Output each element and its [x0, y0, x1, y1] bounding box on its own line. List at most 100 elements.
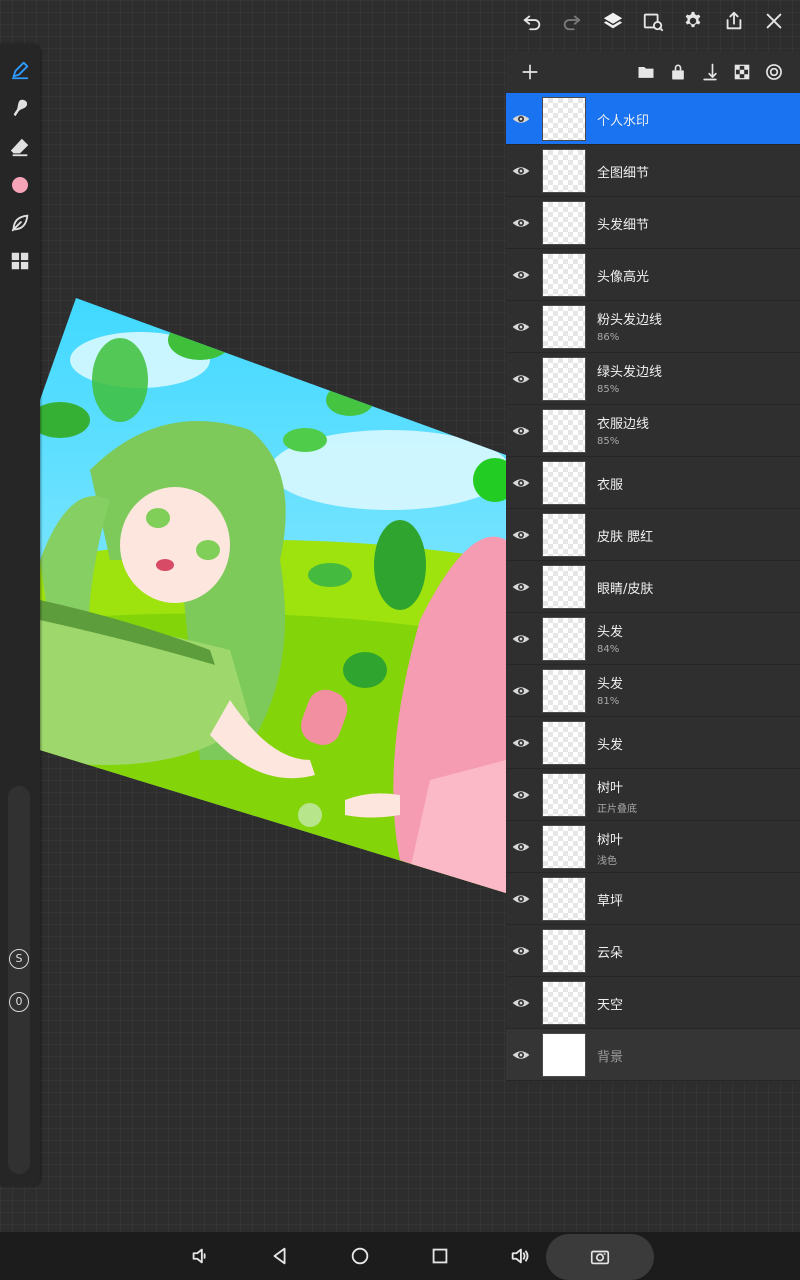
redo-button[interactable]	[557, 6, 587, 36]
screenshot-button[interactable]	[546, 1234, 654, 1280]
eye-icon[interactable]	[511, 941, 531, 961]
eye-icon[interactable]	[511, 681, 531, 701]
layer-row[interactable]: 云朵	[506, 925, 800, 977]
merge-down-button[interactable]	[694, 56, 726, 88]
eye-icon[interactable]	[511, 213, 531, 233]
reference-button[interactable]	[638, 6, 668, 36]
opacity-badge[interactable]: 0	[9, 992, 29, 1012]
transparency-lock-button[interactable]	[726, 56, 758, 88]
layer-row[interactable]: 头发 81%	[506, 665, 800, 717]
home-button[interactable]	[348, 1244, 372, 1268]
pen-tool-button[interactable]	[6, 56, 34, 84]
layer-name: 头发	[597, 677, 624, 692]
layer-blend-opacity: 85%	[597, 384, 620, 395]
layer-row[interactable]: 衣服	[506, 457, 800, 509]
layer-row[interactable]: 粉头发边线 86%	[506, 301, 800, 353]
layer-row[interactable]: 头发细节	[506, 197, 800, 249]
folder-icon	[638, 67, 654, 78]
layer-name: 眼睛/皮肤	[597, 582, 654, 597]
volume-down-button[interactable]	[188, 1244, 212, 1268]
share-button[interactable]	[719, 6, 749, 36]
eye-icon-glyph	[512, 271, 530, 279]
back-icon	[273, 1247, 286, 1265]
eye-icon[interactable]	[511, 889, 531, 909]
eye-icon[interactable]	[511, 837, 531, 857]
eye-icon[interactable]	[511, 473, 531, 493]
layer-thumbnail	[542, 201, 586, 245]
eye-icon[interactable]	[511, 1045, 531, 1065]
eye-icon[interactable]	[511, 733, 531, 753]
eye-icon[interactable]	[511, 629, 531, 649]
brush-size-slider[interactable]	[8, 786, 30, 1174]
lock-layer-button[interactable]	[662, 56, 694, 88]
layer-row[interactable]: 树叶 浅色	[506, 821, 800, 873]
layer-row[interactable]: 衣服边线 85%	[506, 405, 800, 457]
layer-row[interactable]: 背景	[506, 1029, 800, 1081]
layer-thumbnail	[542, 981, 586, 1025]
eye-icon[interactable]	[511, 369, 531, 389]
layer-thumbnail	[542, 1033, 586, 1077]
layer-thumbnail	[542, 409, 586, 453]
layer-row[interactable]: 全图细节	[506, 145, 800, 197]
layer-panel: 个人水印 全图细节 头发细节 头像高光 粉头发边线 86% 绿头发边线 85% 衣服边线 85% 衣…	[506, 52, 800, 1082]
eye-icon-glyph	[512, 739, 530, 747]
eye-icon[interactable]	[511, 317, 531, 337]
layer-row[interactable]: 个人水印	[506, 93, 800, 145]
back-button[interactable]	[268, 1244, 292, 1268]
volume-up-button[interactable]	[508, 1244, 532, 1268]
eye-icon[interactable]	[511, 109, 531, 129]
tools-grid-button[interactable]	[6, 247, 34, 275]
layer-folder-button[interactable]	[630, 56, 662, 88]
color-button[interactable]	[6, 171, 34, 199]
eye-icon[interactable]	[511, 785, 531, 805]
layer-row[interactable]: 眼睛/皮肤	[506, 561, 800, 613]
layer-row[interactable]: 头发 84%	[506, 613, 800, 665]
merge-down-icon	[703, 63, 717, 81]
current-color-swatch	[12, 177, 28, 193]
layer-blend-opacity: 正片叠底	[597, 804, 637, 815]
undo-button[interactable]	[517, 6, 547, 36]
screenshot-icon	[590, 1250, 610, 1265]
layers-button[interactable]	[598, 6, 628, 36]
eye-icon[interactable]	[511, 265, 531, 285]
layer-name: 天空	[597, 998, 624, 1013]
layer-name: 绿头发边线	[597, 365, 663, 380]
brush-library-button[interactable]	[6, 209, 34, 237]
close-button[interactable]	[759, 6, 789, 36]
add-layer-button[interactable]	[514, 56, 546, 88]
smudge-tool-button[interactable]	[6, 94, 34, 122]
plus-icon	[522, 64, 538, 80]
eye-icon[interactable]	[511, 577, 531, 597]
eye-icon-glyph	[512, 895, 530, 903]
layer-name: 树叶	[597, 781, 624, 796]
layer-name: 粉头发边线	[597, 313, 663, 328]
redo-icon	[564, 15, 581, 31]
reference-icon	[643, 13, 664, 32]
eye-icon[interactable]	[511, 161, 531, 181]
layer-row[interactable]: 草坪	[506, 873, 800, 925]
size-badge[interactable]: S	[9, 949, 29, 969]
settings-button[interactable]	[678, 6, 708, 36]
layer-effects-button[interactable]	[758, 56, 790, 88]
eye-icon[interactable]	[511, 421, 531, 441]
layer-row[interactable]: 皮肤 腮红	[506, 509, 800, 561]
eye-icon-glyph	[512, 479, 530, 487]
layer-name: 衣服边线	[597, 417, 650, 432]
eye-icon[interactable]	[511, 525, 531, 545]
eye-icon-glyph	[512, 531, 530, 539]
layer-thumbnail	[542, 721, 586, 765]
layer-row[interactable]: 头发	[506, 717, 800, 769]
eraser-tool-button[interactable]	[6, 133, 34, 161]
layer-row[interactable]: 天空	[506, 977, 800, 1029]
recents-button[interactable]	[428, 1244, 452, 1268]
layer-row[interactable]: 绿头发边线 85%	[506, 353, 800, 405]
eye-icon-glyph	[512, 115, 530, 123]
layer-thumbnail	[542, 565, 586, 609]
layer-name: 衣服	[597, 478, 624, 493]
layer-thumbnail	[542, 617, 586, 661]
layer-row[interactable]: 树叶 正片叠底	[506, 769, 800, 821]
eye-icon[interactable]	[511, 993, 531, 1013]
eye-icon-glyph	[512, 427, 530, 435]
eye-icon-glyph	[512, 947, 530, 955]
layer-row[interactable]: 头像高光	[506, 249, 800, 301]
